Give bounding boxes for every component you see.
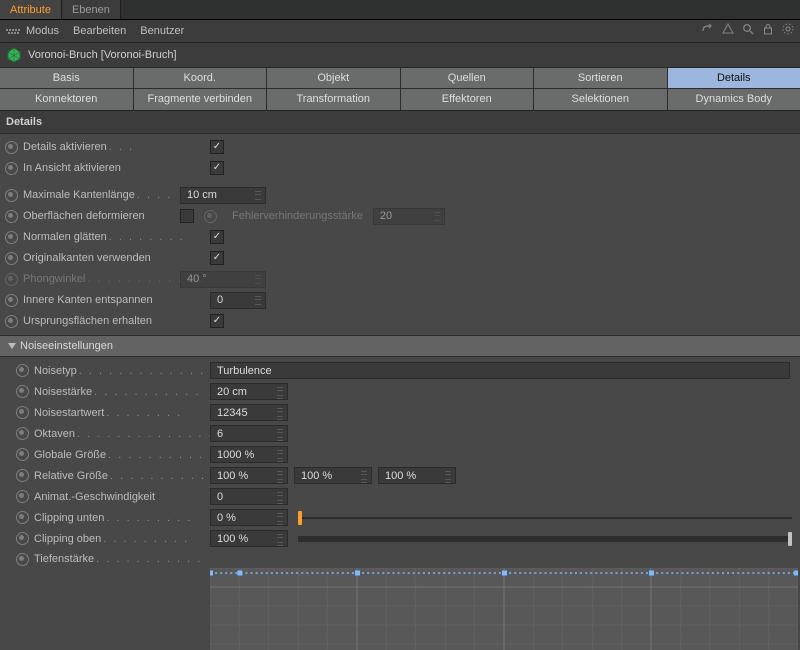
tab-details[interactable]: Details [668, 68, 800, 88]
tab-koord[interactable]: Koord. [134, 68, 267, 88]
input-anim-speed[interactable]: 0 [210, 488, 288, 505]
search-icon[interactable] [742, 23, 754, 39]
keyframe-dot [204, 210, 217, 223]
keyframe-dot[interactable] [5, 189, 18, 202]
tab-sortieren[interactable]: Sortieren [534, 68, 667, 88]
row-noise-strength: Noisestärke. . . . . . . . . . . 20 cm [0, 381, 800, 402]
keyframe-dot[interactable] [5, 252, 18, 265]
keyframe-dot[interactable] [16, 364, 29, 377]
input-clipping-top[interactable]: 100 % [210, 530, 288, 547]
row-noise-seed: Noisestartwert. . . . . . . . 12345 [0, 402, 800, 423]
row-details-activate: Details aktivieren. . . [0, 137, 800, 158]
input-relative-scale-x[interactable]: 100 % [210, 467, 288, 484]
tab-selektionen[interactable]: Selektionen [534, 89, 667, 109]
disclosure-triangle-icon [8, 343, 16, 349]
input-relative-scale-y[interactable]: 100 % [294, 467, 372, 484]
row-relative-scale: Relative Größe. . . . . . . . . . 100 % … [0, 465, 800, 486]
row-smooth-normals: Normalen glätten. . . . . . . . [0, 227, 800, 248]
checkbox-details-activate[interactable] [210, 140, 224, 154]
spline-graph[interactable]: 0.8 0.4 [210, 568, 798, 650]
tab-fragmente[interactable]: Fragmente verbinden [134, 89, 267, 109]
tab-objekt[interactable]: Objekt [267, 68, 400, 88]
row-viewport-activate: In Ansicht aktivieren [0, 158, 800, 179]
keyframe-dot [5, 273, 18, 286]
row-phong-angle: Phongwinkel. . . . . . . . . . . . 40 ° [0, 269, 800, 290]
row-global-scale: Globale Größe. . . . . . . . . . 1000 % [0, 444, 800, 465]
keyframe-dot[interactable] [16, 532, 29, 545]
row-relax-inner-edges: Innere Kanten entspannen 0 [0, 290, 800, 311]
section-title: Details [0, 111, 800, 134]
row-noise-type: Noisetyp. . . . . . . . . . . . . Turbul… [0, 360, 800, 381]
keyframe-dot[interactable] [16, 385, 29, 398]
lock-icon[interactable] [762, 23, 774, 39]
input-error-strength: 20 [373, 208, 445, 225]
checkbox-keep-original-faces[interactable] [210, 314, 224, 328]
tab-konnektoren[interactable]: Konnektoren [0, 89, 133, 109]
input-relax-inner-edges[interactable]: 0 [210, 292, 266, 309]
checkbox-viewport-activate[interactable] [210, 161, 224, 175]
tab-effektoren[interactable]: Effektoren [401, 89, 534, 109]
row-max-edge-length: Maximale Kantenlänge. . . . 10 cm [0, 185, 800, 206]
row-keep-original-faces: Ursprungsflächen erhalten [0, 311, 800, 332]
tab-transformation[interactable]: Transformation [267, 89, 400, 109]
keyframe-dot[interactable] [5, 141, 18, 154]
row-depth-strength: Tiefenstärke. . . . . . . . . . . [0, 549, 800, 566]
input-octaves[interactable]: 6 [210, 425, 288, 442]
up-arrow-icon[interactable] [722, 23, 734, 39]
row-octaves: Oktaven. . . . . . . . . . . . . . 6 [0, 423, 800, 444]
menu-bar: Modus Bearbeiten Benutzer [0, 20, 800, 43]
dropdown-noise-type[interactable]: Turbulence [210, 362, 790, 379]
gripper-icon[interactable] [6, 29, 20, 34]
tab-ebenen[interactable]: Ebenen [62, 0, 121, 19]
keyframe-dot[interactable] [16, 553, 29, 566]
input-relative-scale-z[interactable]: 100 % [378, 467, 456, 484]
voronoi-icon [6, 47, 22, 63]
tab-dynamics[interactable]: Dynamics Body [668, 89, 800, 109]
row-clipping-top: Clipping oben. . . . . . . . . 100 % [0, 528, 800, 549]
keyframe-dot[interactable] [5, 162, 18, 175]
window-tabbar: Attribute Ebenen [0, 0, 800, 20]
keyframe-dot[interactable] [5, 210, 18, 223]
slider-clipping-bottom[interactable] [298, 509, 792, 527]
label-error-strength: Fehlerverhinderungsstärke [232, 209, 363, 223]
row-deform-surfaces: Oberflächen deformieren Fehlerverhinderu… [0, 206, 800, 227]
menu-benutzer[interactable]: Benutzer [140, 24, 184, 38]
keyframe-dot[interactable] [5, 294, 18, 307]
menu-modus[interactable]: Modus [26, 24, 59, 38]
keyframe-dot[interactable] [16, 427, 29, 440]
checkbox-deform-surfaces[interactable] [180, 209, 194, 223]
keyframe-dot[interactable] [16, 406, 29, 419]
checkbox-smooth-normals[interactable] [210, 230, 224, 244]
checkbox-original-edges[interactable] [210, 251, 224, 265]
input-clipping-bottom[interactable]: 0 % [210, 509, 288, 526]
keyframe-dot[interactable] [5, 315, 18, 328]
tab-attribute[interactable]: Attribute [0, 0, 62, 19]
input-phong-angle: 40 ° [180, 271, 266, 288]
input-global-scale[interactable]: 1000 % [210, 446, 288, 463]
noise-settings-header[interactable]: Noiseeinstellungen [0, 335, 800, 357]
tab-basis[interactable]: Basis [0, 68, 133, 88]
slider-clipping-top[interactable] [298, 530, 792, 548]
menu-bearbeiten[interactable]: Bearbeiten [73, 24, 126, 38]
history-back-icon[interactable] [702, 23, 714, 39]
input-max-edge-length[interactable]: 10 cm [180, 187, 266, 204]
row-original-edges: Originalkanten verwenden [0, 248, 800, 269]
keyframe-dot[interactable] [16, 490, 29, 503]
object-header: Voronoi-Bruch [Voronoi-Bruch] [0, 43, 800, 68]
keyframe-dot[interactable] [16, 448, 29, 461]
row-clipping-bottom: Clipping unten. . . . . . . . . 0 % [0, 507, 800, 528]
settings-icon[interactable] [782, 23, 794, 39]
input-noise-seed[interactable]: 12345 [210, 404, 288, 421]
keyframe-dot[interactable] [16, 469, 29, 482]
toolbar-right [702, 23, 794, 39]
object-name: Voronoi-Bruch [Voronoi-Bruch] [28, 48, 177, 62]
keyframe-dot[interactable] [5, 231, 18, 244]
attribute-tabs: Basis Koord. Objekt Quellen Sortieren De… [0, 68, 800, 111]
input-noise-strength[interactable]: 20 cm [210, 383, 288, 400]
keyframe-dot[interactable] [16, 511, 29, 524]
tab-quellen[interactable]: Quellen [401, 68, 534, 88]
row-anim-speed: Animat.-Geschwindigkeit 0 [0, 486, 800, 507]
